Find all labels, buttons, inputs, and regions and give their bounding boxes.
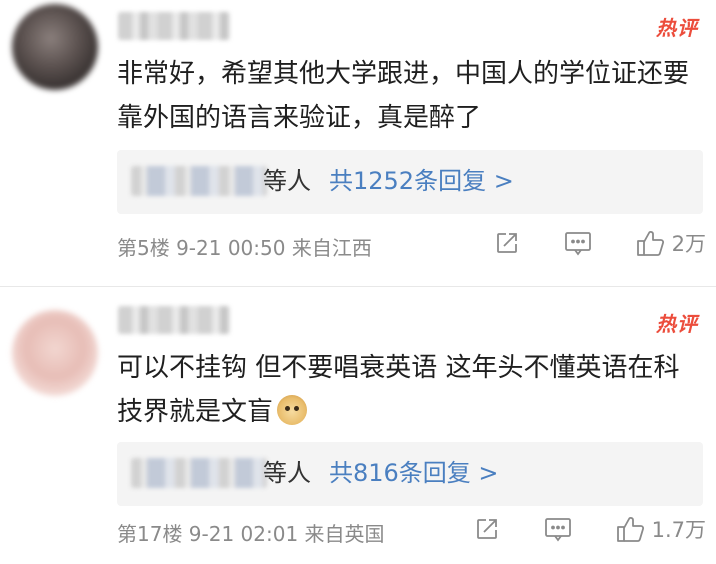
- comment-icon: [564, 232, 591, 256]
- comment-meta: 第17楼 9-21 02:01 来自英国: [117, 522, 385, 546]
- divider: [0, 286, 716, 287]
- share-icon: [496, 233, 517, 253]
- comment-meta: 第5楼 9-21 00:50 来自江西: [117, 236, 372, 260]
- comment-actions: 1.7万: [430, 514, 706, 544]
- share-button[interactable]: [494, 230, 520, 256]
- comment-icon: [544, 518, 571, 542]
- like-count: 2万: [671, 232, 706, 256]
- comment-button[interactable]: [564, 230, 592, 256]
- view-replies-link[interactable]: 共816条回复 >: [329, 459, 499, 487]
- reply-etc-label: 等人: [263, 459, 311, 487]
- comment-text: 非常好，希望其他大学跟进，中国人的学位证还要靠外国的语言来验证，真是醉了: [117, 59, 690, 133]
- like-icon: [636, 231, 664, 256]
- doge-emoji-icon: [277, 395, 308, 425]
- reply-summary[interactable]: 等人 共816条回复 >: [117, 442, 703, 506]
- like-button[interactable]: 2万: [636, 228, 706, 258]
- comment-text: 可以不挂钩 但不要唱衰英语 这年头不懂英语在科技界就是文盲: [117, 346, 697, 434]
- comment-actions: 2万: [450, 228, 706, 258]
- reply-etc-label: 等人: [263, 167, 311, 195]
- reply-summary[interactable]: 等人 共1252条回复 >: [117, 150, 703, 214]
- share-button[interactable]: [474, 516, 500, 542]
- share-icon: [476, 519, 497, 539]
- reply-usernames-blurred: [131, 458, 267, 488]
- username-blurred[interactable]: [118, 306, 230, 334]
- comment-item: 热评 非常好，希望其他大学跟进，中国人的学位证还要靠外国的语言来验证，真是醉了 …: [0, 0, 716, 286]
- username-blurred[interactable]: [118, 12, 230, 40]
- comment-button[interactable]: [544, 516, 572, 542]
- avatar[interactable]: [12, 310, 98, 396]
- comment-text-body: 可以不挂钩 但不要唱衰英语 这年头不懂英语在科技界就是文盲: [117, 353, 680, 427]
- like-count: 1.7万: [651, 518, 706, 542]
- reply-usernames-blurred: [131, 166, 267, 196]
- comment-item: 热评 可以不挂钩 但不要唱衰英语 这年头不懂英语在科技界就是文盲 等人 共816条…: [0, 288, 716, 564]
- hot-comment-badge: 热评: [656, 312, 698, 336]
- hot-comment-badge: 热评: [656, 16, 698, 40]
- view-replies-link[interactable]: 共1252条回复 >: [329, 167, 514, 195]
- like-icon: [616, 517, 644, 542]
- avatar[interactable]: [12, 4, 98, 90]
- like-button[interactable]: 1.7万: [616, 514, 706, 544]
